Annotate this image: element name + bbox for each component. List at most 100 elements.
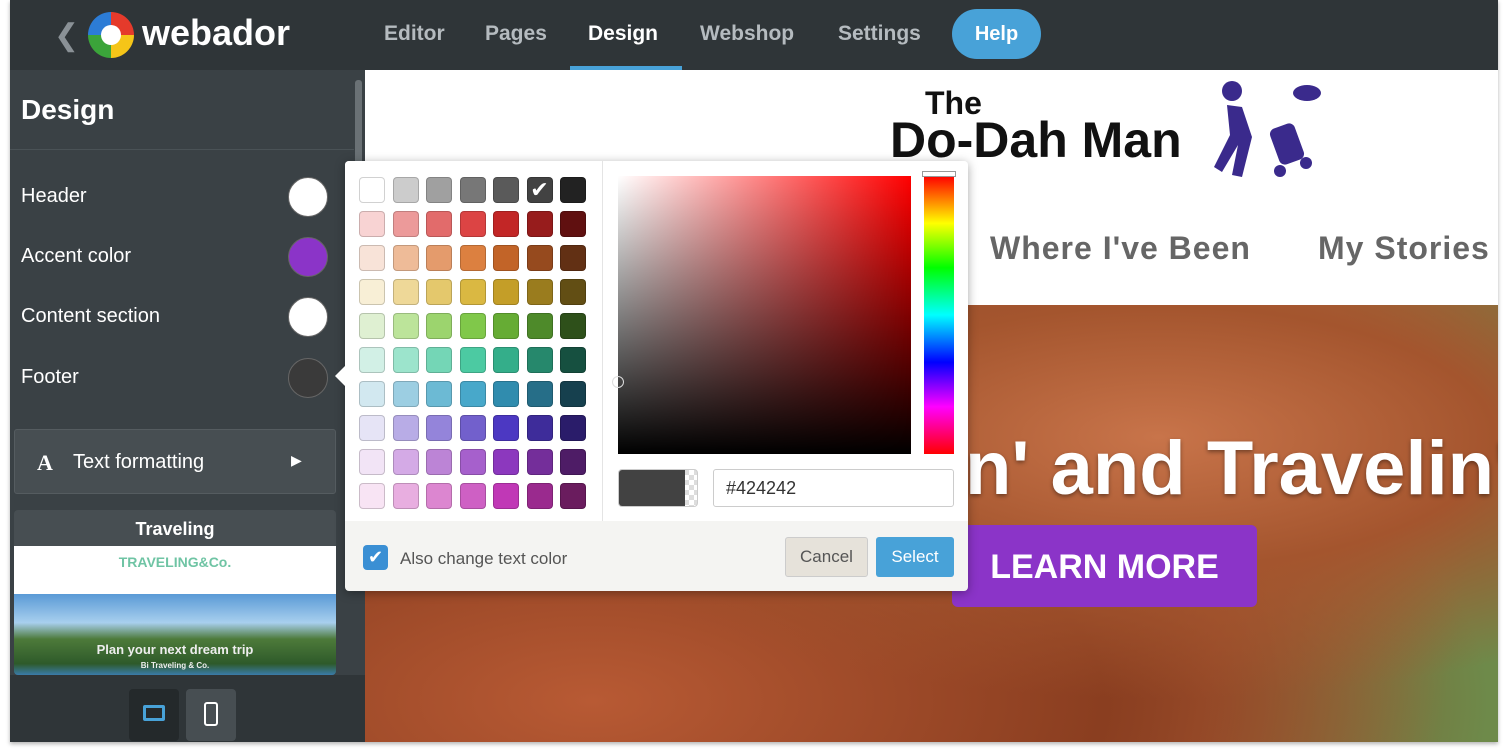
desktop-view-button[interactable] (129, 689, 179, 741)
palette-swatch[interactable] (459, 211, 486, 237)
palette-swatch[interactable] (493, 483, 519, 509)
palette-swatch[interactable] (392, 245, 419, 271)
text-formatting-label: Text formatting (73, 451, 205, 473)
palette-swatch[interactable] (426, 177, 452, 203)
palette-swatch[interactable] (560, 245, 586, 271)
palette-swatch[interactable] (459, 279, 486, 305)
palette-swatch[interactable] (459, 415, 486, 441)
palette-swatch[interactable] (526, 313, 553, 339)
palette-swatch[interactable] (526, 211, 553, 237)
palette-swatch[interactable] (426, 313, 452, 339)
palette-swatch[interactable] (359, 211, 385, 237)
palette-swatch[interactable] (359, 449, 385, 475)
palette-swatch[interactable] (392, 381, 419, 407)
palette-swatch[interactable] (560, 211, 586, 237)
palette-swatch[interactable] (459, 449, 486, 475)
palette-swatch[interactable] (526, 279, 553, 305)
palette-swatch[interactable] (493, 381, 519, 407)
palette-swatch[interactable] (459, 245, 486, 271)
palette-swatch[interactable] (392, 415, 419, 441)
palette-swatch[interactable] (359, 313, 385, 339)
palette-swatch[interactable] (359, 245, 385, 271)
palette-swatch[interactable] (493, 245, 519, 271)
header-color-swatch[interactable] (288, 177, 328, 217)
select-button[interactable]: Select (876, 537, 954, 577)
footer-color-swatch[interactable] (288, 358, 328, 398)
palette-swatch[interactable] (560, 279, 586, 305)
palette-swatch[interactable] (359, 415, 385, 441)
palette-swatch[interactable] (392, 483, 419, 509)
palette-swatch[interactable] (459, 347, 486, 373)
palette-swatch[interactable] (426, 449, 452, 475)
palette-swatch[interactable] (359, 279, 385, 305)
tab-design[interactable]: Design (588, 22, 658, 46)
mobile-icon (204, 702, 218, 726)
palette-swatch[interactable] (526, 449, 553, 475)
palette-swatch[interactable] (359, 483, 385, 509)
palette-swatch[interactable] (526, 415, 553, 441)
palette-swatch[interactable] (426, 347, 452, 373)
tab-pages[interactable]: Pages (485, 22, 547, 46)
site-menu-where-ive-been[interactable]: Where I've Been (990, 230, 1251, 267)
palette-swatch[interactable] (493, 313, 519, 339)
palette-swatch[interactable] (560, 177, 586, 203)
palette-swatch[interactable] (560, 347, 586, 373)
tab-editor[interactable]: Editor (384, 22, 445, 46)
palette-swatch[interactable] (493, 211, 519, 237)
palette-swatch[interactable] (392, 449, 419, 475)
theme-label: Traveling (135, 519, 215, 539)
palette-swatch[interactable] (392, 177, 419, 203)
palette-swatch[interactable] (560, 449, 586, 475)
site-menu-my-stories[interactable]: My Stories (1318, 230, 1490, 267)
palette-swatch[interactable] (459, 381, 486, 407)
content-section-color-swatch[interactable] (288, 297, 328, 337)
palette-swatch[interactable] (493, 279, 519, 305)
palette-swatch[interactable] (526, 245, 553, 271)
sidebar-scrollbar-thumb[interactable] (355, 80, 362, 165)
palette-swatch[interactable] (560, 415, 586, 441)
palette-swatch[interactable] (426, 483, 452, 509)
theme-card-traveling[interactable]: Traveling TRAVELING&Co. Plan your next d… (14, 510, 336, 675)
palette-swatch[interactable] (560, 381, 586, 407)
tab-settings[interactable]: Settings (838, 22, 921, 46)
palette-swatch[interactable] (359, 347, 385, 373)
text-formatting-button[interactable]: A Text formatting ▶ (14, 429, 336, 494)
palette-swatch[interactable] (459, 483, 486, 509)
palette-swatch[interactable] (459, 313, 486, 339)
palette-swatch[interactable] (493, 177, 519, 203)
palette-swatch[interactable] (359, 177, 385, 203)
palette-swatch[interactable] (426, 279, 452, 305)
palette-swatch[interactable] (459, 177, 486, 203)
palette-swatch[interactable] (560, 313, 586, 339)
palette-swatch[interactable] (493, 415, 519, 441)
palette-swatch[interactable] (392, 211, 419, 237)
palette-swatch[interactable] (526, 381, 553, 407)
palette-swatch[interactable] (526, 347, 553, 373)
palette-swatch[interactable] (392, 347, 419, 373)
palette-swatch[interactable] (493, 449, 519, 475)
palette-swatch[interactable] (560, 483, 586, 509)
sv-handle[interactable] (612, 376, 624, 388)
palette-swatch[interactable] (426, 415, 452, 441)
palette-swatch-selected[interactable]: ✔ (526, 177, 553, 203)
help-button[interactable]: Help (952, 9, 1041, 59)
hex-input[interactable] (713, 469, 954, 507)
also-change-text-checkbox[interactable]: ✔ (363, 545, 388, 570)
cancel-button[interactable]: Cancel (785, 537, 868, 577)
hue-slider-handle[interactable] (922, 171, 956, 177)
palette-swatch[interactable] (392, 313, 419, 339)
saturation-value-field[interactable] (612, 176, 911, 454)
palette-swatch[interactable] (493, 347, 519, 373)
palette-swatch[interactable] (359, 381, 385, 407)
learn-more-button[interactable]: LEARN MORE (952, 525, 1257, 607)
palette-swatch[interactable] (392, 279, 419, 305)
hue-slider[interactable] (924, 176, 954, 454)
palette-swatch[interactable] (426, 211, 452, 237)
palette-swatch[interactable] (526, 483, 553, 509)
accent-color-swatch[interactable] (288, 237, 328, 277)
tab-webshop[interactable]: Webshop (700, 22, 794, 46)
palette-swatch[interactable] (426, 381, 452, 407)
palette-swatch[interactable] (426, 245, 452, 271)
chevron-left-icon[interactable]: ❮ (54, 18, 79, 53)
mobile-view-button[interactable] (186, 689, 236, 741)
